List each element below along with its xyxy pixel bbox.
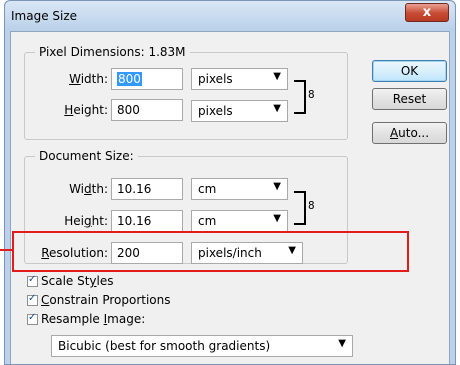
pixel-height-label: Height: <box>64 103 108 117</box>
dialog-title: Image Size <box>11 9 78 23</box>
ok-button[interactable]: OK <box>372 60 447 82</box>
chain-link-icon[interactable]: 8 <box>308 88 315 101</box>
dialog-body: Pixel Dimensions: 1.83M Width: 800 pixel… <box>10 31 450 364</box>
checkbox-checked-icon <box>27 274 38 287</box>
pixel-dimensions-legend: Pixel Dimensions: 1.83M <box>35 45 190 59</box>
resample-image-checkbox[interactable]: Resample Image: <box>27 312 145 326</box>
checkbox-checked-icon <box>27 293 38 306</box>
annotation-highlight-box <box>12 231 409 272</box>
pixel-dimensions-group: Pixel Dimensions: 1.83M Width: 800 pixel… <box>24 45 348 140</box>
chevron-down-icon: ▼ <box>273 181 281 192</box>
doc-link-bracket <box>294 191 306 225</box>
pixel-width-input[interactable]: 800 <box>111 68 183 90</box>
annotation-pointer-line <box>0 249 12 251</box>
close-button[interactable]: x <box>405 3 449 22</box>
chevron-down-icon: ▼ <box>273 103 281 114</box>
scale-styles-checkbox[interactable]: Scale Styles <box>27 274 114 288</box>
chevron-down-icon: ▼ <box>338 338 346 349</box>
chain-link-icon[interactable]: 8 <box>308 199 315 212</box>
constrain-proportions-checkbox[interactable]: Constrain Proportions <box>27 293 171 307</box>
image-size-dialog: Image Size x Pixel Dimensions: 1.83M Wid… <box>4 0 456 365</box>
resample-method-select[interactable]: Bicubic (best for smooth gradients) ▼ <box>51 335 353 357</box>
chevron-down-icon: ▼ <box>273 71 281 82</box>
doc-width-label: Width: <box>69 182 108 196</box>
doc-height-input[interactable]: 10.16 <box>111 210 183 232</box>
document-size-legend: Document Size: <box>35 149 138 163</box>
chevron-down-icon: ▼ <box>273 213 281 224</box>
title-bar[interactable]: Image Size x <box>5 1 455 31</box>
pixel-width-label: Width: <box>69 72 108 86</box>
pixel-height-input[interactable]: 800 <box>111 99 183 121</box>
pixel-height-unit-select[interactable]: pixels ▼ <box>191 100 288 122</box>
doc-width-input[interactable]: 10.16 <box>111 178 183 200</box>
pixel-link-bracket <box>294 80 306 114</box>
doc-height-label: Height: <box>64 214 108 228</box>
checkbox-checked-icon <box>27 312 38 325</box>
auto-button[interactable]: Auto... <box>372 122 447 144</box>
doc-height-unit-select[interactable]: cm ▼ <box>191 210 288 232</box>
pixel-width-unit-select[interactable]: pixels ▼ <box>191 68 288 90</box>
doc-width-unit-select[interactable]: cm ▼ <box>191 178 288 200</box>
reset-button[interactable]: Reset <box>372 88 447 110</box>
